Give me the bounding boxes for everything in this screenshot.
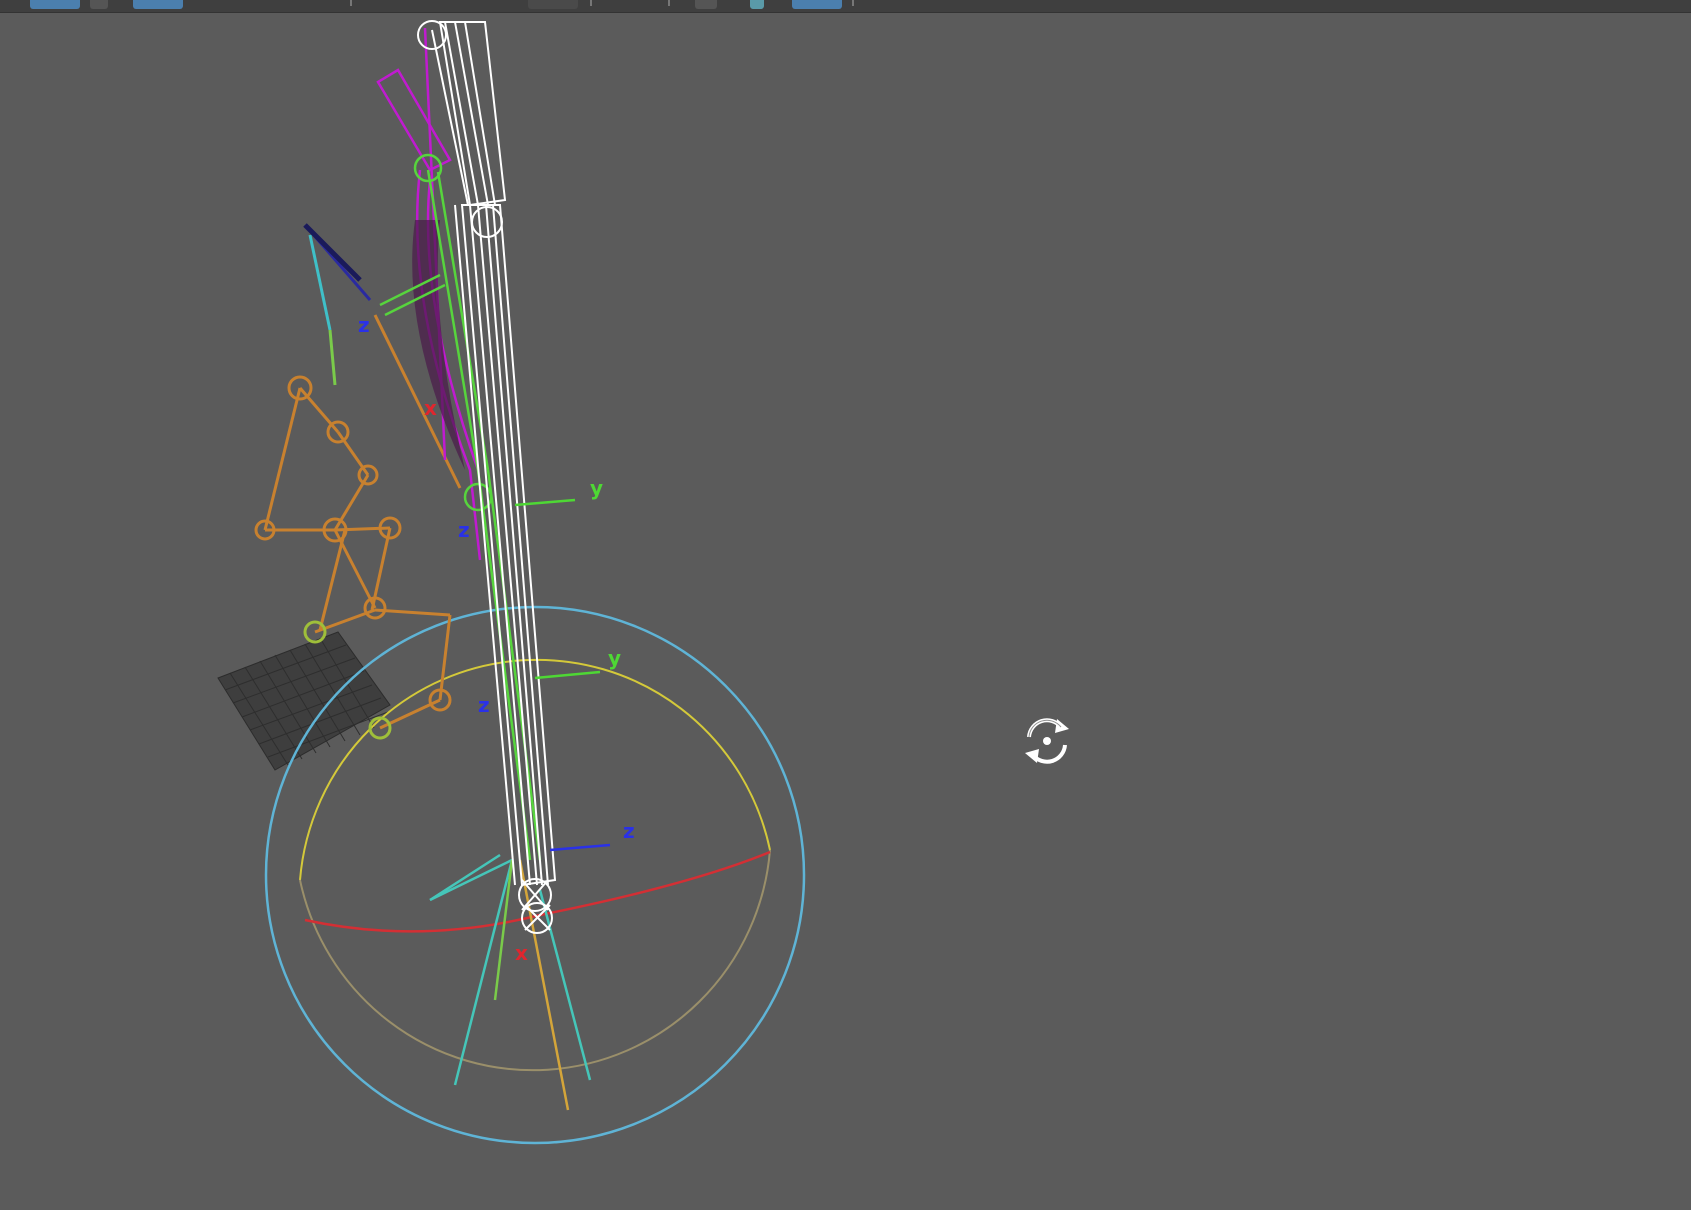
toolbar-button-move[interactable] [90, 0, 108, 9]
ground-grid [217, 631, 391, 771]
toolbar-button-lighting[interactable] [750, 0, 764, 9]
3d-viewport[interactable]: y z y z z x z x [0, 12, 1691, 1210]
toolbar-button-isolate[interactable] [792, 0, 842, 9]
toolbar-separator [852, 0, 854, 6]
toolbar-button-shading[interactable] [695, 0, 717, 9]
toolbar-separator [590, 0, 592, 6]
toolbar-button-select[interactable] [30, 0, 80, 9]
axis-label-mid-y: y [608, 646, 621, 670]
toolbar-button-rotate[interactable] [133, 0, 183, 9]
axis-label-small-x: x [424, 396, 437, 420]
axis-label-root-x: x [515, 941, 528, 965]
scene-wireframe: y z y z z x z x [217, 20, 806, 1145]
axis-label-mid-z: z [478, 693, 490, 717]
toolbar-button-camera[interactable] [528, 0, 578, 9]
toolbar-separator [668, 0, 670, 6]
axis-label-upper-y: y [590, 476, 603, 500]
leg-fan-lines [429, 858, 592, 1111]
tumble-rotate-icon [1015, 709, 1079, 773]
axis-label-upper-z: z [458, 518, 470, 542]
selected-leg-bones[interactable] [417, 20, 557, 934]
axis-label-root-z: z [623, 819, 635, 843]
toolbar-separator [350, 0, 352, 6]
axis-label-small-z: z [358, 313, 370, 337]
finger-control[interactable] [303, 223, 372, 386]
